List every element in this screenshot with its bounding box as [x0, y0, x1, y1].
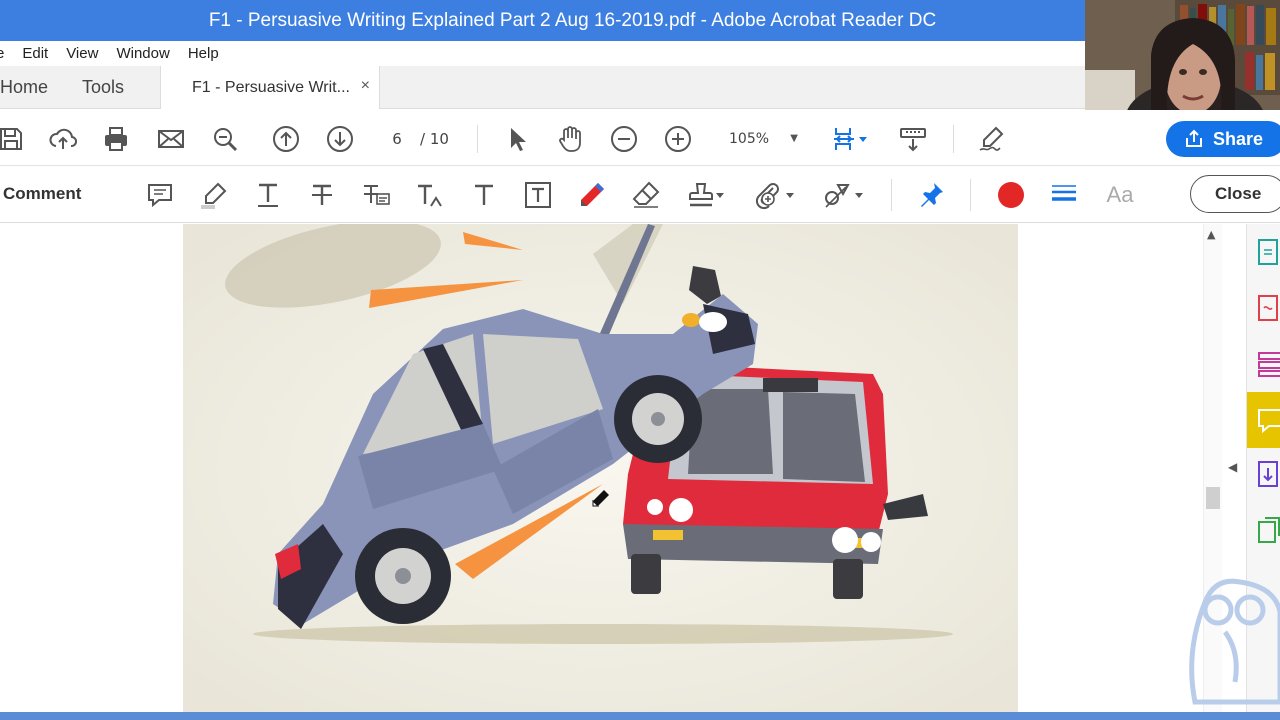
highlight-icon[interactable]	[198, 179, 230, 211]
menu-help[interactable]: Help	[179, 45, 228, 62]
scroll-up-icon[interactable]: ▲	[1207, 228, 1215, 241]
menu-edit[interactable]: Edit	[13, 45, 57, 62]
zoom-search-icon[interactable]	[210, 124, 240, 154]
stamp-dropdown-icon[interactable]	[714, 179, 726, 211]
edit-pdf-icon[interactable]	[1257, 516, 1280, 544]
zoom-select[interactable]: 105% ▼	[712, 126, 802, 152]
attach-dropdown-icon[interactable]	[784, 179, 796, 211]
car-crash-illustration	[183, 224, 1018, 712]
zoom-out-icon[interactable]	[609, 124, 639, 154]
tab-document[interactable]: F1 - Persuasive Writ... ×	[160, 66, 380, 109]
pencil-cursor-icon	[592, 490, 609, 507]
main-toolbar: 6 / 10 105% ▼	[0, 110, 1280, 166]
stamp-icon[interactable]	[685, 179, 717, 211]
title-bar: F1 - Persuasive Writing Explained Part 2…	[0, 0, 1085, 41]
save-icon[interactable]	[0, 124, 26, 154]
toolbar-divider	[953, 125, 954, 153]
menu-window[interactable]: Window	[107, 45, 178, 62]
zoom-in-icon[interactable]	[663, 124, 693, 154]
pin-icon[interactable]	[915, 179, 947, 211]
zoom-value: 105%	[729, 131, 770, 147]
pdf-page	[183, 224, 1018, 712]
collapse-panel-icon[interactable]: ◀	[1228, 460, 1237, 474]
tab-home[interactable]: Home	[0, 77, 48, 98]
document-viewport[interactable]	[0, 224, 1222, 712]
toolbar-divider	[970, 179, 971, 211]
close-tab-icon[interactable]: ×	[361, 77, 370, 95]
close-comment-button[interactable]: Close	[1190, 175, 1280, 213]
window-title: F1 - Persuasive Writing Explained Part 2…	[208, 9, 937, 31]
hand-icon[interactable]	[555, 124, 585, 154]
share-icon	[1186, 129, 1202, 147]
page-up-icon[interactable]	[271, 124, 301, 154]
acrobat-window: F1 - Persuasive Writing Explained Part 2…	[0, 0, 1280, 720]
strikethrough-icon[interactable]	[306, 179, 338, 211]
chevron-down-icon: ▼	[790, 133, 798, 144]
share-label: Share	[1213, 128, 1264, 149]
shapes-dropdown-icon[interactable]	[853, 179, 865, 211]
insert-text-icon[interactable]	[414, 179, 446, 211]
page-count: / 10	[420, 130, 449, 148]
webcam-image	[1085, 0, 1280, 124]
sticky-note-icon[interactable]	[144, 179, 176, 211]
comment-panel-icon[interactable]	[1247, 392, 1280, 448]
create-pdf-icon[interactable]	[1257, 294, 1280, 322]
attach-icon[interactable]	[752, 179, 784, 211]
select-arrow-icon[interactable]	[502, 124, 532, 154]
toolbar-divider	[891, 179, 892, 211]
eraser-icon[interactable]	[630, 179, 662, 211]
font-size-control[interactable]: Aa	[1102, 179, 1138, 211]
menu-file[interactable]: e	[0, 45, 13, 62]
page-down-icon[interactable]	[325, 124, 355, 154]
line-weight-icon[interactable]	[1048, 179, 1080, 211]
compress-icon[interactable]	[1257, 460, 1280, 488]
email-icon[interactable]	[156, 124, 186, 154]
toolbar-divider	[477, 125, 478, 153]
taskbar-strip	[0, 712, 1280, 720]
underline-icon[interactable]	[252, 179, 284, 211]
tab-row: Home Tools F1 - Persuasive Writ... ×	[0, 66, 1085, 109]
webcam-overlay	[1085, 0, 1280, 124]
menu-bar: e Edit View Window Help	[0, 41, 1085, 66]
menu-view[interactable]: View	[57, 45, 107, 62]
current-page-input[interactable]: 6	[380, 126, 414, 152]
fit-page-dropdown-icon[interactable]	[856, 124, 870, 154]
scroll-mode-icon[interactable]	[898, 124, 928, 154]
owl-logo-watermark	[1189, 578, 1280, 705]
comment-toolbar: Comment Aa	[0, 167, 1280, 223]
fit-page-icon[interactable]	[829, 124, 859, 154]
share-button[interactable]: Share	[1166, 121, 1280, 157]
document-tab-label: F1 - Persuasive Writ...	[192, 79, 350, 96]
replace-text-icon[interactable]	[360, 179, 392, 211]
sign-icon[interactable]	[977, 124, 1007, 154]
add-text-icon[interactable]	[468, 179, 500, 211]
draw-pencil-icon[interactable]	[576, 179, 608, 211]
print-icon[interactable]	[101, 124, 131, 154]
upload-icon[interactable]	[48, 124, 78, 154]
shapes-icon[interactable]	[821, 179, 853, 211]
comment-toolbar-title: Comment	[3, 184, 82, 203]
color-swatch-icon[interactable]	[995, 179, 1027, 211]
tab-tools[interactable]: Tools	[82, 77, 124, 98]
scrollbar-thumb[interactable]	[1206, 487, 1220, 509]
organize-pages-icon[interactable]	[1257, 350, 1280, 378]
export-pdf-icon[interactable]	[1257, 238, 1280, 266]
text-box-icon[interactable]	[522, 179, 554, 211]
